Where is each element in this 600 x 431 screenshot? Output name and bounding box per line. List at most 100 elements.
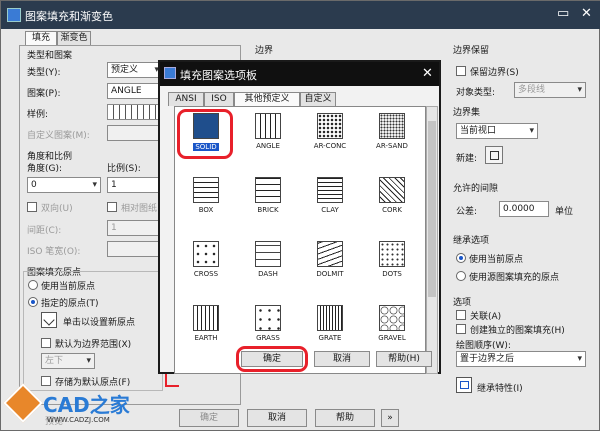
- palette-title: 填充图案选项板: [180, 69, 257, 82]
- solid-highlight: [177, 109, 233, 159]
- draw-order-select[interactable]: 置于边界之后: [456, 351, 586, 367]
- pattern-angle[interactable]: ANGLE: [237, 107, 299, 171]
- inherit-current-origin-radio[interactable]: [456, 253, 466, 263]
- custom-pattern-label: 自定义图案(M):: [27, 131, 90, 141]
- default-extent-label: 默认为边界范围(X): [55, 340, 132, 350]
- palette-ok-button[interactable]: 确定: [241, 351, 303, 367]
- custom-pattern-select: [107, 125, 163, 141]
- boundary-set-select[interactable]: 当前视口: [456, 123, 538, 139]
- close-icon[interactable]: ✕: [581, 7, 592, 21]
- dash-swatch-icon: [255, 241, 281, 267]
- scrollbar-thumb[interactable]: [428, 121, 436, 297]
- pattern-clay-label: CLAY: [321, 206, 339, 214]
- gravel-swatch-icon: [379, 305, 405, 331]
- pattern-cork[interactable]: CORK: [361, 171, 423, 235]
- pattern-clay[interactable]: CLAY: [299, 171, 361, 235]
- pattern-grass-label: GRASS: [256, 334, 280, 342]
- pattern-dash[interactable]: DASH: [237, 235, 299, 299]
- help-button[interactable]: 帮助: [315, 409, 375, 427]
- angle-label: 角度(G):: [27, 164, 63, 174]
- new-boundary-label: 新建:: [456, 154, 478, 164]
- retain-boundary-checkbox[interactable]: [456, 66, 466, 76]
- tolerance-input[interactable]: 0.0000: [499, 201, 549, 217]
- spacing-label: 间距(C):: [27, 226, 62, 236]
- scale-select[interactable]: 1: [107, 177, 163, 193]
- independent-hatch-checkbox[interactable]: [456, 324, 466, 334]
- draw-order-label: 绘图顺序(W):: [456, 341, 511, 351]
- pattern-ar-conc[interactable]: AR-CONC: [299, 107, 361, 171]
- inherit-properties-icon[interactable]: [456, 377, 472, 393]
- select-boundary-set-icon[interactable]: [485, 146, 503, 164]
- inherit-properties-label[interactable]: 继承特性(I): [477, 381, 523, 394]
- iso-pen-label: ISO 笔宽(O):: [27, 247, 81, 257]
- origin-preview-icon: [165, 373, 179, 387]
- grate-swatch-icon: [317, 305, 343, 331]
- tolerance-label: 公差:: [456, 207, 478, 217]
- brick-swatch-icon: [255, 177, 281, 203]
- pattern-earth[interactable]: EARTH: [175, 299, 237, 363]
- pattern-scrollbar[interactable]: [426, 106, 438, 374]
- object-type-select[interactable]: 多段线: [514, 82, 586, 98]
- palette-close-icon[interactable]: ✕: [422, 67, 433, 81]
- swatch-label: 样例:: [27, 110, 49, 120]
- hatch-pattern-palette: 填充图案选项板 ✕ ANSI ISO 其他预定义 自定义 SOLID ANGLE…: [158, 60, 441, 374]
- app-icon: [7, 8, 21, 22]
- type-select[interactable]: 预定义: [107, 62, 163, 78]
- pattern-box[interactable]: BOX: [175, 171, 237, 235]
- expand-button[interactable]: »: [381, 409, 399, 427]
- double-checkbox[interactable]: [27, 202, 37, 212]
- boundary-set-header: 边界集: [453, 108, 481, 118]
- associative-label: 关联(A): [470, 312, 502, 322]
- angle-swatch-icon: [255, 113, 281, 139]
- specified-origin-radio[interactable]: [28, 297, 38, 307]
- inherit-options-header: 继承选项: [453, 236, 490, 246]
- retain-boundary-label: 保留边界(S): [470, 68, 519, 78]
- pattern-cork-label: CORK: [382, 206, 402, 214]
- palette-app-icon: [164, 67, 176, 79]
- palette-tab-ansi[interactable]: ANSI: [168, 92, 204, 106]
- type-pattern-header: 类型和图案: [27, 51, 73, 61]
- tab-fill[interactable]: 填充: [25, 31, 57, 45]
- palette-tab-iso[interactable]: ISO: [204, 92, 234, 106]
- pattern-brick-label: BRICK: [257, 206, 279, 214]
- palette-tab-other-predefined[interactable]: 其他预定义: [234, 92, 300, 106]
- origin-position-select[interactable]: 左下: [41, 353, 95, 369]
- pattern-dots[interactable]: DOTS: [361, 235, 423, 299]
- pattern-box-label: BOX: [198, 206, 214, 214]
- pattern-ar-sand[interactable]: AR-SAND: [361, 107, 423, 171]
- spacing-input[interactable]: 1: [107, 220, 163, 236]
- cancel-button[interactable]: 取消: [247, 409, 307, 427]
- pattern-cross[interactable]: CROSS: [175, 235, 237, 299]
- pattern-swatch[interactable]: [107, 104, 163, 120]
- pattern-brick[interactable]: BRICK: [237, 171, 299, 235]
- pattern-earth-label: EARTH: [194, 334, 218, 342]
- watermark-url: WWW.CADZJ.COM: [47, 416, 110, 424]
- angle-select[interactable]: 0: [27, 177, 101, 193]
- ar-conc-swatch-icon: [317, 113, 343, 139]
- minimize-icon[interactable]: ▭: [557, 7, 569, 21]
- palette-help-button[interactable]: 帮助(H): [376, 351, 432, 367]
- associative-checkbox[interactable]: [456, 310, 466, 320]
- tab-gradient[interactable]: 渐变色: [57, 31, 91, 45]
- specified-origin-label: 指定的原点(T): [41, 299, 99, 309]
- cork-swatch-icon: [379, 177, 405, 203]
- palette-tab-custom[interactable]: 自定义: [300, 92, 336, 106]
- set-origin-icon[interactable]: [41, 312, 57, 328]
- ar-sand-swatch-icon: [379, 113, 405, 139]
- default-extent-checkbox[interactable]: [41, 338, 51, 348]
- pattern-dolmit[interactable]: DOLMIT: [299, 235, 361, 299]
- clay-swatch-icon: [317, 177, 343, 203]
- pattern-select[interactable]: ANGLE: [107, 83, 163, 99]
- use-current-origin-radio[interactable]: [28, 280, 38, 290]
- inherit-source-origin-radio[interactable]: [456, 271, 466, 281]
- relative-paper-checkbox[interactable]: [107, 202, 117, 212]
- independent-hatch-label: 创建独立的图案填充(H): [470, 326, 565, 336]
- earth-swatch-icon: [193, 305, 219, 331]
- palette-cancel-button[interactable]: 取消: [314, 351, 370, 367]
- click-set-origin-label[interactable]: 单击以设置新原点: [63, 315, 135, 328]
- watermark-logo-icon: [3, 383, 43, 423]
- watermark: CAD之家 WWW.CADZJ.COM: [3, 383, 133, 429]
- dots-swatch-icon: [379, 241, 405, 267]
- ok-button[interactable]: 确定: [179, 409, 239, 427]
- options-header: 选项: [453, 298, 472, 308]
